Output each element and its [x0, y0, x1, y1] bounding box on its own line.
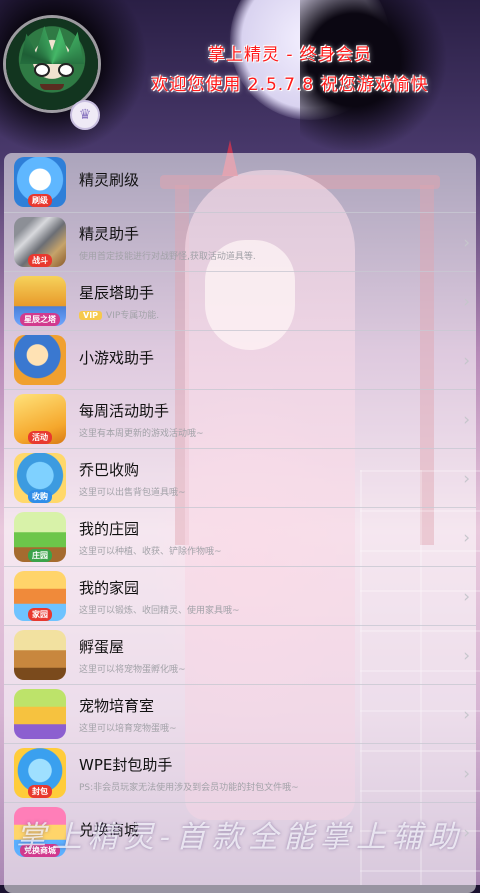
membership-title: 掌上精灵 - 终身会员: [208, 45, 372, 65]
menu-item-weekly-event[interactable]: 活动 每周活动助手 这里有本周更新的游戏活动哦~ ›: [4, 389, 476, 449]
tower-icon: 星辰之塔: [14, 276, 66, 326]
menu-item-desc: 这里可以将宠物蛋孵化哦~: [79, 665, 186, 675]
avatar-eye-right: [58, 63, 74, 77]
menu-item-star-tower[interactable]: 星辰之塔 星辰塔助手 VIP VIP专属功能. ›: [4, 271, 476, 331]
menu-item-egg-house[interactable]: 孵蛋屋 这里可以将宠物蛋孵化哦~ ›: [4, 625, 476, 685]
chevron-right-icon: ›: [463, 292, 470, 312]
menu-item-home[interactable]: 家园 我的家园 这里可以锻炼、收回精灵、使用家具哦~ ›: [4, 566, 476, 626]
chevron-right-icon: ›: [463, 705, 470, 725]
menu-item-title: 我的庄园: [79, 520, 140, 538]
chevron-right-icon: ›: [463, 764, 470, 784]
menu-item-title: 每周活动助手: [79, 402, 170, 420]
icon-tag: 收购: [28, 490, 52, 503]
menu-item-desc: PS:非会员玩家无法使用涉及到会员功能的封包文件哦~: [79, 783, 299, 793]
menu-item-sprite-assistant[interactable]: 战斗 精灵助手 使用首定技能进行对战野怪,获取活动道具等. ›: [4, 212, 476, 272]
menu-item-title: 精灵刷级: [79, 171, 140, 189]
menu-item-desc: 这里可以锻炼、收回精灵、使用家具哦~: [79, 606, 240, 616]
menu-item-desc: 这里可以培育宠物蛋哦~: [79, 724, 177, 734]
menu-item-title: 星辰塔助手: [79, 284, 155, 302]
avatar[interactable]: [6, 18, 98, 110]
menu-item-sprite-level[interactable]: 刷级 精灵刷级: [4, 153, 476, 212]
minigame-icon: [14, 335, 66, 385]
crown-icon[interactable]: ♛: [70, 100, 100, 130]
icon-tag: 刷级: [28, 194, 52, 207]
menu-item-desc: 这里可以种植、收获、铲除作物哦~: [79, 547, 222, 557]
menu-item-wpe[interactable]: 封包 WPE封包助手 PS:非会员玩家无法使用涉及到会员功能的封包文件哦~ ›: [4, 743, 476, 803]
chevron-right-icon: ›: [463, 528, 470, 548]
egg-house-icon: [14, 630, 66, 680]
chevron-right-icon: ›: [463, 233, 470, 253]
farm-icon: 庄园: [14, 512, 66, 562]
home-icon: 家园: [14, 571, 66, 621]
menu-item-desc: VIP VIP专属功能.: [79, 308, 159, 321]
icon-tag: 家园: [28, 608, 52, 621]
menu-item-farm[interactable]: 庄园 我的庄园 这里可以种植、收获、铲除作物哦~ ›: [4, 507, 476, 567]
menu-item-minigame[interactable]: 小游戏助手 ›: [4, 330, 476, 390]
sword-icon: 战斗: [14, 217, 66, 267]
icon-tag: 星辰之塔: [20, 313, 60, 326]
icon-tag: 庄园: [28, 549, 52, 562]
header: ♛ 掌上精灵 - 终身会员 欢迎您使用 2.5.7.8 祝您游戏愉快: [0, 0, 480, 150]
avatar-mouth: [40, 84, 64, 90]
menu-item-qiaoba[interactable]: 收购 乔巴收购 这里可以出售背包道具哦~ ›: [4, 448, 476, 508]
sprite-icon: 刷级: [14, 157, 66, 207]
feature-menu: 刷级 精灵刷级 战斗 精灵助手 使用首定技能进行对战野怪,获取活动道具等. › …: [4, 153, 476, 893]
watermark: 掌上精灵-首款全能掌上辅助: [15, 820, 465, 855]
weekly-event-icon: 活动: [14, 394, 66, 444]
icon-tag: 战斗: [28, 254, 52, 267]
avatar-hair: [20, 26, 84, 64]
menu-item-title: 小游戏助手: [79, 349, 155, 367]
menu-item-title: 乔巴收购: [79, 461, 140, 479]
menu-item-title: 我的家园: [79, 579, 140, 597]
menu-item-desc: 使用首定技能进行对战野怪,获取活动道具等.: [79, 252, 256, 262]
pet-nursery-icon: [14, 689, 66, 739]
chevron-right-icon: ›: [463, 410, 470, 430]
chevron-right-icon: ›: [463, 469, 470, 489]
menu-item-title: 精灵助手: [79, 225, 140, 243]
menu-item-desc-text: VIP专属功能.: [106, 311, 160, 321]
menu-item-title: WPE封包助手: [79, 756, 173, 774]
icon-tag: 活动: [28, 431, 52, 444]
wpe-icon: 封包: [14, 748, 66, 798]
menu-item-title: 宠物培育室: [79, 697, 155, 715]
chevron-right-icon: ›: [463, 587, 470, 607]
welcome-message: 欢迎您使用 2.5.7.8 祝您游戏愉快: [151, 75, 429, 95]
chevron-right-icon: ›: [463, 351, 470, 371]
chevron-right-icon: ›: [463, 646, 470, 666]
menu-item-title: 孵蛋屋: [79, 638, 125, 656]
menu-item-desc: 这里有本周更新的游戏活动哦~: [79, 429, 204, 439]
qiaoba-icon: 收购: [14, 453, 66, 503]
avatar-eye-left: [34, 63, 50, 77]
menu-item-pet-nursery[interactable]: 宠物培育室 这里可以培育宠物蛋哦~ ›: [4, 684, 476, 744]
vip-pill: VIP: [79, 311, 103, 320]
menu-item-desc: 这里可以出售背包道具哦~: [79, 488, 186, 498]
icon-tag: 封包: [28, 785, 52, 798]
